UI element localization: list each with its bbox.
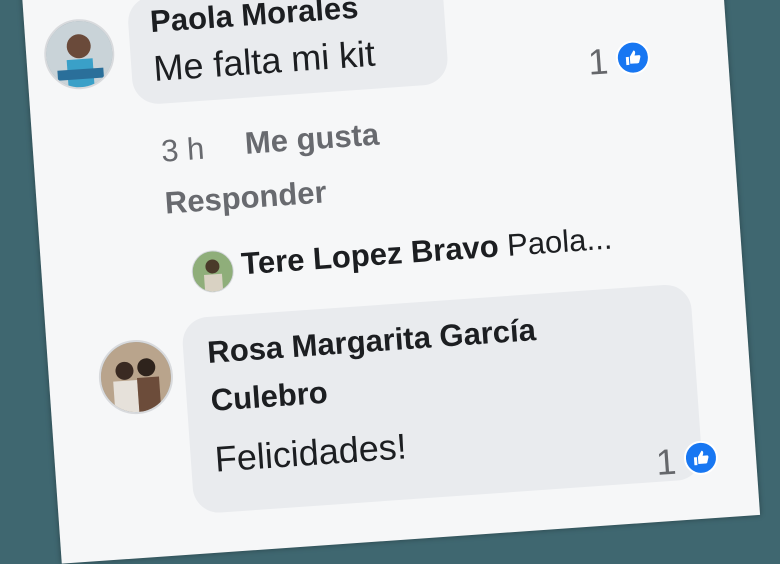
- comment-text: Felicidades!: [213, 425, 408, 480]
- like-thumb-icon: [614, 39, 652, 76]
- avatar-rosa[interactable]: [96, 337, 176, 417]
- avatar-photo-icon: [98, 339, 174, 415]
- comment-author-continued[interactable]: Culebro: [210, 375, 329, 419]
- reply-snippet: Paola...: [505, 220, 614, 263]
- comment-thread-card: Paola Morales Me falta mi kit 1 3 h Me g…: [19, 0, 761, 564]
- like-button[interactable]: Me gusta: [244, 117, 381, 162]
- avatar-photo-icon: [191, 250, 235, 293]
- comment-timestamp: 3 h: [160, 130, 206, 169]
- like-count: 1: [586, 40, 610, 83]
- avatar-tere[interactable]: [190, 249, 236, 294]
- comment-text: Me falta mi kit: [152, 32, 377, 90]
- reply-preview[interactable]: Tere Lopez Bravo Paola...: [240, 221, 613, 283]
- comment-author[interactable]: Paola Morales: [149, 0, 359, 40]
- avatar-photo-icon: [44, 19, 115, 90]
- reply-button[interactable]: Responder: [164, 174, 328, 221]
- comment-bubble-rosa: Rosa Margarita García Culebro Felicidade…: [180, 283, 704, 515]
- like-count: 1: [654, 440, 678, 483]
- comment-author[interactable]: Rosa Margarita García: [206, 312, 537, 371]
- avatar-paola[interactable]: [41, 16, 117, 92]
- reply-author[interactable]: Tere Lopez Bravo: [240, 228, 500, 281]
- comment-bubble-paola: Paola Morales Me falta mi kit: [126, 0, 450, 106]
